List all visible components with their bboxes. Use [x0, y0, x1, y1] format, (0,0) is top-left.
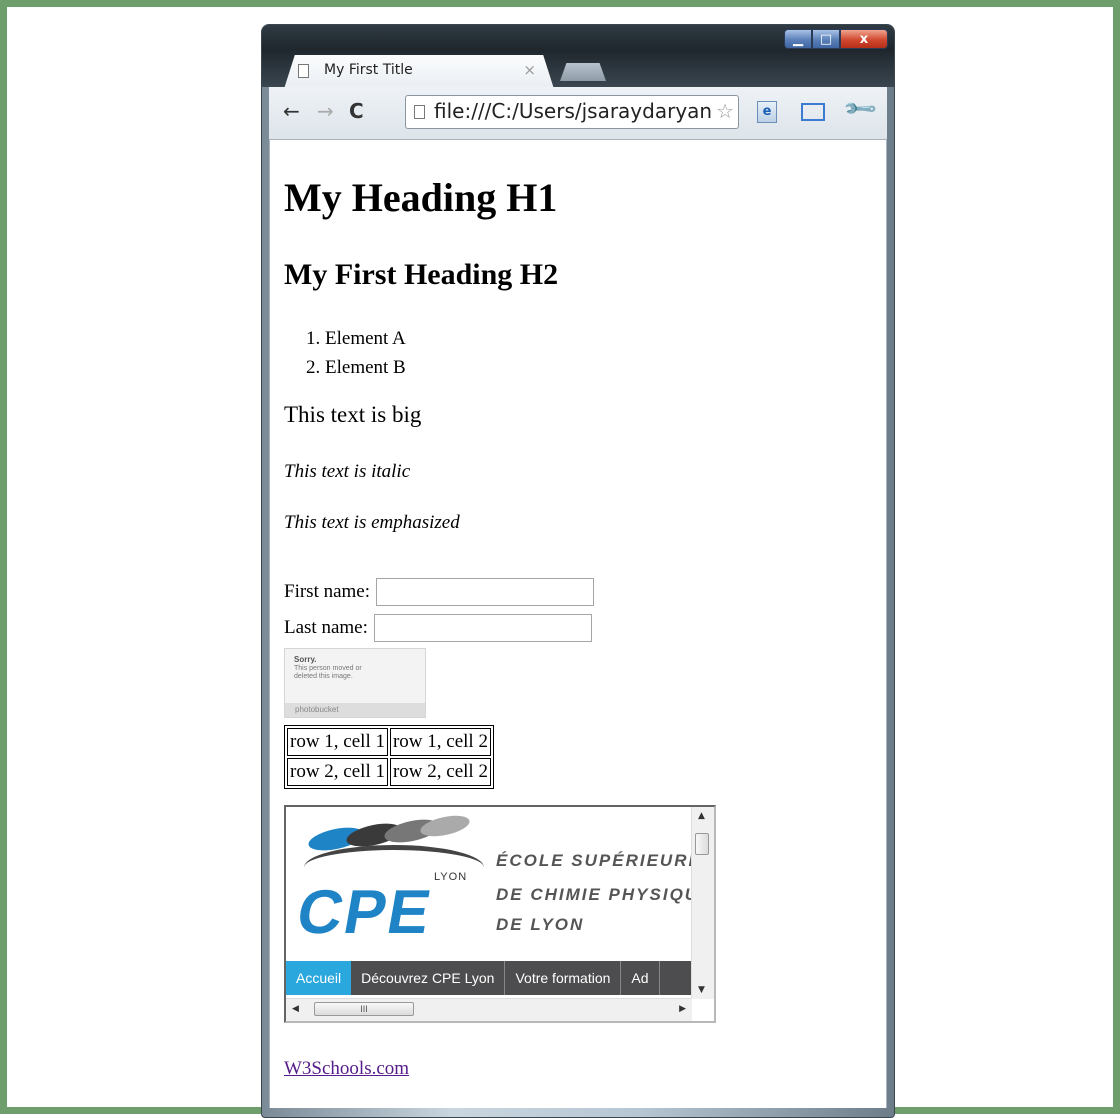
- scroll-right-icon[interactable]: ▶: [679, 1004, 686, 1014]
- vertical-scroll-thumb[interactable]: [695, 833, 709, 855]
- horizontal-scrollbar[interactable]: ◀ III ▶: [286, 998, 692, 1021]
- first-name-input[interactable]: [376, 578, 595, 606]
- big-text: This text is big: [284, 402, 422, 427]
- scroll-up-icon[interactable]: ▲: [698, 811, 705, 821]
- maximize-button[interactable]: □: [812, 29, 840, 49]
- list-item: 1. Element A: [306, 328, 406, 349]
- minimize-button[interactable]: ▁: [784, 29, 812, 49]
- close-window-button[interactable]: x: [840, 29, 888, 49]
- heading-h2: My First Heading H2: [284, 258, 559, 291]
- page-icon: [298, 64, 309, 78]
- first-name-label: First name:: [284, 581, 371, 602]
- ordered-list: 1. Element A 2. Element B: [306, 324, 406, 382]
- horizontal-scroll-thumb[interactable]: III: [314, 1002, 414, 1016]
- cpe-logo: CPE: [291, 878, 438, 947]
- nav-item-formation[interactable]: Votre formation: [505, 961, 622, 995]
- last-name-input[interactable]: [373, 614, 592, 642]
- data-table: row 1, cell 1 row 1, cell 2 row 2, cell …: [284, 725, 494, 789]
- scroll-left-icon[interactable]: ◀: [292, 1004, 299, 1014]
- emphasized-text: This text is emphasized: [284, 512, 460, 533]
- back-button[interactable]: ←: [283, 99, 300, 123]
- last-name-row: Last name:: [284, 614, 592, 642]
- heading-h1: My Heading H1: [284, 175, 558, 220]
- window-controls: ▁ □ x: [784, 29, 888, 49]
- logo-city: LYON: [434, 871, 468, 883]
- table-cell: row 1, cell 2: [389, 728, 491, 756]
- logo-swoosh: [418, 811, 472, 841]
- page-icon: [414, 105, 425, 119]
- first-name-row: First name:: [284, 578, 595, 606]
- school-name-line: DE LYON: [496, 915, 585, 934]
- browser-toolbar: ← → C file:///C:/Users/jsaraydaryan ☆ e …: [269, 87, 887, 140]
- vertical-scrollbar[interactable]: ▲ ▼: [691, 807, 714, 999]
- fullscreen-icon[interactable]: [801, 103, 825, 121]
- italic-text: This text is italic: [284, 461, 411, 482]
- scroll-down-icon[interactable]: ▼: [698, 985, 705, 995]
- scroll-grip: III: [360, 1004, 368, 1014]
- last-name-label: Last name:: [284, 617, 368, 638]
- browser-window: ▁ □ x My First Title × ← → C file:///C:/…: [261, 24, 895, 1118]
- table-row: row 1, cell 1 row 1, cell 2: [287, 728, 491, 756]
- ie-tab-icon[interactable]: e: [757, 101, 777, 123]
- new-tab-button[interactable]: [560, 63, 606, 81]
- screenshot-frame: ▁ □ x My First Title × ← → C file:///C:/…: [0, 0, 1120, 1118]
- nav-item-decouvrez[interactable]: Découvrez CPE Lyon: [351, 961, 506, 995]
- list-item: 2. Element B: [306, 357, 406, 378]
- table-cell: row 2, cell 1: [287, 758, 388, 786]
- iframe-nav-bar: Accueil Découvrez CPE Lyon Votre formati…: [286, 961, 692, 995]
- title-bar: ▁ □ x My First Title ×: [262, 25, 894, 89]
- w3schools-link[interactable]: W3Schools.com: [284, 1058, 409, 1080]
- tab-close-icon[interactable]: ×: [523, 61, 536, 79]
- address-bar[interactable]: file:///C:/Users/jsaraydaryan ☆: [405, 95, 739, 129]
- nav-item-accueil[interactable]: Accueil: [286, 961, 352, 995]
- scroll-corner: [692, 999, 714, 1021]
- school-name-line: ÉCOLE SUPÉRIEURE: [496, 851, 702, 870]
- bookmark-star-icon[interactable]: ☆: [716, 99, 734, 123]
- table-cell: row 1, cell 1: [287, 728, 388, 756]
- table-cell: row 2, cell 2: [389, 758, 491, 786]
- school-name-line: DE CHIMIE PHYSIQU: [496, 885, 700, 904]
- image-sorry-text: Sorry.: [294, 655, 317, 664]
- nav-item-ad[interactable]: Ad: [621, 961, 660, 995]
- image-footer: photobucket: [285, 703, 425, 717]
- tab-active[interactable]: My First Title ×: [284, 55, 554, 89]
- tab-title: My First Title: [324, 62, 413, 78]
- url-text[interactable]: file:///C:/Users/jsaraydaryan: [434, 99, 712, 123]
- reload-button[interactable]: C: [349, 99, 364, 123]
- page-viewport: My Heading H1 My First Heading H2 1. Ele…: [269, 140, 887, 1108]
- wrench-menu-icon[interactable]: 🔧: [842, 91, 879, 128]
- broken-image: Sorry. This person moved or deleted this…: [284, 648, 426, 718]
- embedded-iframe[interactable]: LYON CPE ÉCOLE SUPÉRIEURE DE CHIMIE PHYS…: [284, 805, 716, 1023]
- table-row: row 2, cell 1 row 2, cell 2: [287, 758, 491, 786]
- image-message-text: This person moved or deleted this image.: [294, 665, 362, 680]
- forward-button[interactable]: →: [317, 99, 334, 123]
